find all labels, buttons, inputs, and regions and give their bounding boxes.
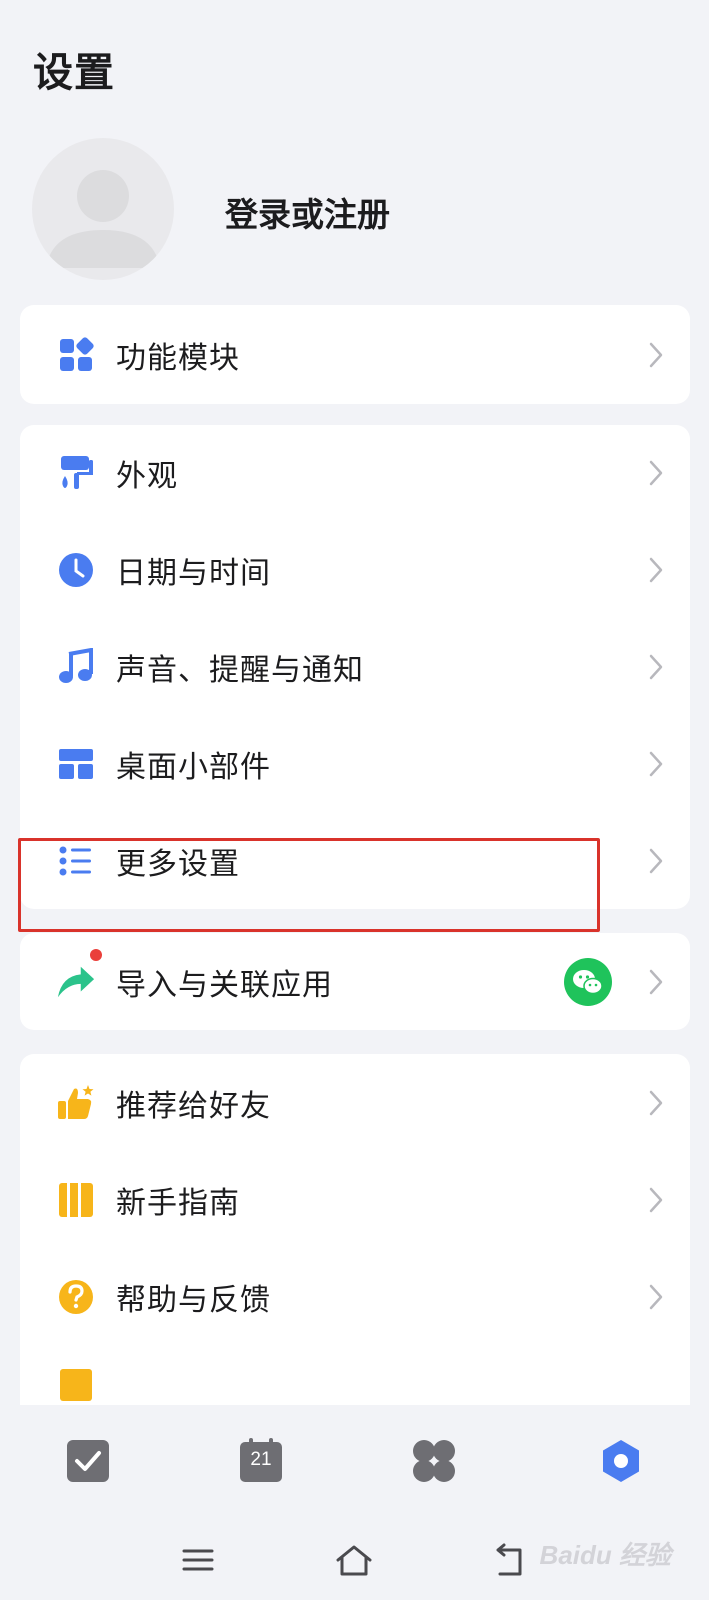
settings-item-label: 更多设置 (116, 846, 240, 882)
settings-item-label: 外观 (116, 459, 178, 494)
settings-item-label: 新手指南 (116, 1185, 240, 1221)
page-title: 设置 (33, 50, 115, 96)
tab-widgets[interactable] (408, 1435, 460, 1487)
settings-item-sound-notifications[interactable]: 声音、提醒与通知 (20, 618, 690, 715)
notification-dot (90, 949, 102, 961)
chevron-right-icon (649, 557, 663, 582)
partial-item-icon (56, 1365, 96, 1405)
bottom-tab-bar: 21 (0, 1405, 709, 1520)
settings-item-label: 日期与时间 (116, 555, 271, 591)
paint-roller-icon (56, 453, 96, 493)
watermark: Baidu 经验 (539, 1540, 671, 1570)
menu-icon[interactable] (178, 1542, 218, 1578)
settings-item-import-linked-apps[interactable]: 导入与关联应用 (20, 933, 690, 1030)
settings-item-help-feedback[interactable]: 帮助与反馈 (20, 1248, 690, 1345)
settings-item-recommend-friends[interactable]: 推荐给好友 (20, 1054, 690, 1151)
chevron-right-icon (649, 969, 663, 994)
back-icon[interactable] (490, 1542, 530, 1578)
thumbs-up-icon (56, 1083, 96, 1123)
chevron-right-icon (649, 654, 663, 679)
settings-item-more-settings[interactable]: 更多设置 (20, 812, 690, 909)
clock-icon (56, 550, 96, 590)
help-icon (56, 1277, 96, 1317)
chevron-right-icon (649, 342, 663, 367)
login-register-link[interactable]: 登录或注册 (225, 188, 390, 236)
chevron-right-icon (649, 1090, 663, 1115)
avatar[interactable] (32, 138, 174, 280)
profile-section[interactable]: 登录或注册 (0, 130, 709, 285)
settings-item-label: 推荐给好友 (116, 1088, 271, 1124)
tab-settings[interactable] (595, 1435, 647, 1487)
guide-book-icon (56, 1180, 96, 1220)
desktop-widget-icon (56, 744, 96, 784)
share-arrow-icon (56, 962, 96, 1002)
tab-calendar[interactable]: 21 (235, 1435, 287, 1487)
settings-group-help: 推荐给好友 新手指南 帮助与反馈 (20, 1054, 690, 1405)
music-note-icon (56, 647, 96, 687)
clover-grid-icon (413, 1440, 455, 1482)
chevron-right-icon (649, 1284, 663, 1309)
settings-item-appearance[interactable]: 外观 (20, 425, 690, 521)
wechat-icon (564, 957, 612, 1006)
list-icon (56, 841, 96, 881)
home-icon[interactable] (334, 1542, 374, 1578)
settings-item-date-time[interactable]: 日期与时间 (20, 521, 690, 618)
settings-item-label: 功能模块 (116, 340, 240, 376)
settings-item-beginner-guide[interactable]: 新手指南 (20, 1151, 690, 1248)
chevron-right-icon (649, 460, 663, 486)
settings-item-desktop-widgets[interactable]: 桌面小部件 (20, 715, 690, 812)
chevron-right-icon (649, 751, 663, 776)
settings-item-label: 声音、提醒与通知 (116, 652, 364, 688)
settings-group-modules: 功能模块 (20, 305, 690, 404)
settings-item-label: 导入与关联应用 (116, 967, 333, 1003)
settings-item-label: 桌面小部件 (116, 749, 271, 785)
settings-hexagon-icon (603, 1440, 639, 1482)
settings-item-function-modules[interactable]: 功能模块 (20, 305, 690, 404)
settings-item-partial[interactable] (20, 1345, 690, 1405)
chevron-right-icon (649, 848, 663, 873)
settings-group-import: 导入与关联应用 (20, 933, 690, 1030)
tab-tasks[interactable] (62, 1435, 114, 1487)
user-silhouette-icon (46, 170, 160, 268)
checkbox-icon (67, 1440, 109, 1482)
calendar-day-number: 21 (250, 1449, 272, 1470)
chevron-right-icon (649, 1187, 663, 1212)
settings-item-label: 帮助与反馈 (116, 1282, 271, 1318)
settings-group-general: 外观 日期与时间 声音、提醒与通知 桌面小部件 更多设置 (20, 425, 690, 909)
widgets-icon (56, 335, 96, 375)
